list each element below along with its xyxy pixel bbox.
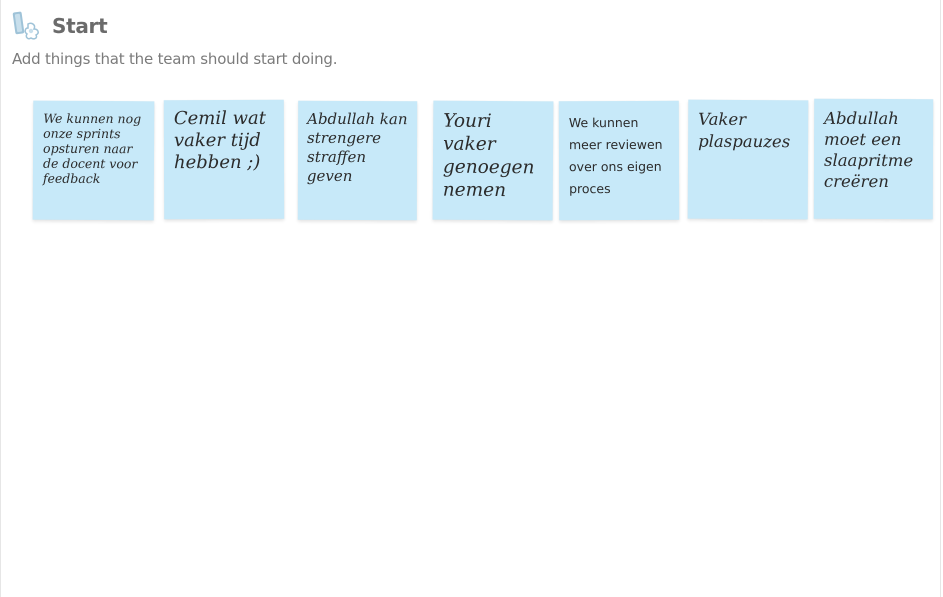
sticky-note-text: Youri vaker genoegen nemen xyxy=(442,110,535,202)
sticky-note[interactable]: Cemil wat vaker tijd hebben ;) xyxy=(163,99,285,220)
sticky-note-text: Abdullah moet een slaapritme creëren xyxy=(823,108,914,192)
section-description: Add things that the team should start do… xyxy=(12,50,338,68)
sticky-note-text: Vaker plaspauzes xyxy=(698,109,791,152)
sticky-note[interactable]: Vaker plaspauzes xyxy=(687,99,809,220)
sticky-note-text: We kunnen nog onze sprints opsturen naar… xyxy=(42,110,142,187)
section-title: Start xyxy=(52,14,108,38)
sticky-note-text: Abdullah kan strengere straffen geven xyxy=(306,109,408,185)
sticky-note[interactable]: Youri vaker genoegen nemen xyxy=(432,100,554,221)
sticky-note-text: We kunnen meer reviewen over ons eigen p… xyxy=(568,114,663,197)
sticky-note[interactable]: Abdullah moet een slaapritme creëren xyxy=(813,98,934,220)
sticky-note[interactable]: We kunnen nog onze sprints opsturen naar… xyxy=(32,100,155,221)
sticky-note[interactable]: Abdullah kan strengere straffen geven xyxy=(297,100,418,221)
broom-icon xyxy=(12,11,39,40)
sticky-note-text: Cemil wat vaker tijd hebben ;) xyxy=(173,107,267,174)
sticky-note[interactable]: We kunnen meer reviewen over ons eigen p… xyxy=(558,100,680,221)
section-header: Start xyxy=(12,10,108,42)
start-column-panel: Start Add things that the team should st… xyxy=(0,0,941,597)
